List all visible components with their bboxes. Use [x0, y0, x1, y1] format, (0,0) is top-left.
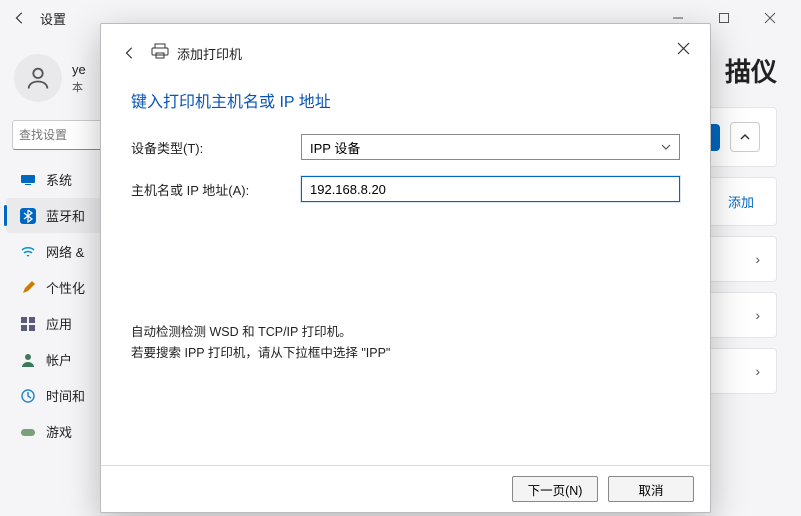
hint-line-1: 自动检测检测 WSD 和 TCP/IP 打印机。 [131, 322, 680, 343]
user-name: ye [72, 61, 86, 79]
dialog-footer: 下一页(N) 取消 [101, 465, 710, 512]
sidebar-item-label: 应用 [46, 314, 72, 333]
chevron-up-icon [739, 131, 751, 143]
monitor-icon [20, 172, 36, 188]
chevron-right-icon: › [755, 307, 760, 323]
sidebar-item-label: 帐户 [46, 350, 72, 369]
apps-icon [20, 316, 36, 332]
dialog-breadcrumb: 添加打印机 [177, 44, 242, 63]
sidebar-item-label: 蓝牙和 [46, 206, 85, 225]
sidebar-item-label: 时间和 [46, 386, 85, 405]
window-title: 设置 [40, 9, 66, 28]
next-button[interactable]: 下一页(N) [512, 476, 598, 502]
device-type-label: 设备类型(T): [131, 138, 301, 157]
wizard-title: 键入打印机主机名或 IP 地址 [131, 88, 680, 112]
dialog-close-button[interactable] [668, 33, 698, 63]
user-subtitle: 本 [72, 79, 86, 95]
hint-text: 自动检测检测 WSD 和 TCP/IP 打印机。 若要搜索 IPP 打印机，请从… [131, 322, 680, 365]
chevron-down-icon [661, 142, 671, 152]
device-type-select[interactable]: IPP 设备 [301, 134, 680, 160]
device-type-row: 设备类型(T): IPP 设备 [131, 134, 680, 160]
hostname-input[interactable] [301, 176, 680, 202]
game-icon [20, 424, 36, 440]
sidebar-item-label: 游戏 [46, 422, 72, 441]
brush-icon [20, 280, 36, 296]
add-printer-dialog: 添加打印机 键入打印机主机名或 IP 地址 设备类型(T): IPP 设备 主机… [100, 23, 711, 513]
hint-line-2: 若要搜索 IPP 打印机，请从下拉框中选择 "IPP" [131, 343, 680, 364]
dialog-body: 键入打印机主机名或 IP 地址 设备类型(T): IPP 设备 主机名或 IP … [101, 70, 710, 465]
chevron-right-icon: › [755, 363, 760, 379]
close-button[interactable] [747, 3, 793, 33]
chevron-right-icon: › [755, 251, 760, 267]
sidebar-item-label: 个性化 [46, 278, 85, 297]
add-link[interactable]: 添加 [728, 192, 760, 211]
wifi-icon [20, 244, 36, 260]
sidebar-item-label: 系统 [46, 170, 72, 189]
cancel-button[interactable]: 取消 [608, 476, 694, 502]
back-button[interactable] [8, 6, 32, 30]
printer-icon [151, 43, 169, 64]
device-type-value: IPP 设备 [310, 138, 360, 157]
bluetooth-icon [20, 208, 36, 224]
person-icon [20, 352, 36, 368]
hostname-label: 主机名或 IP 地址(A): [131, 180, 301, 199]
hostname-row: 主机名或 IP 地址(A): [131, 176, 680, 202]
avatar [14, 54, 62, 102]
clock-icon [20, 388, 36, 404]
sidebar-item-label: 网络 & [46, 242, 84, 261]
expand-button[interactable] [730, 122, 760, 152]
dialog-back-button[interactable] [119, 42, 141, 64]
dialog-header: 添加打印机 [101, 24, 710, 70]
